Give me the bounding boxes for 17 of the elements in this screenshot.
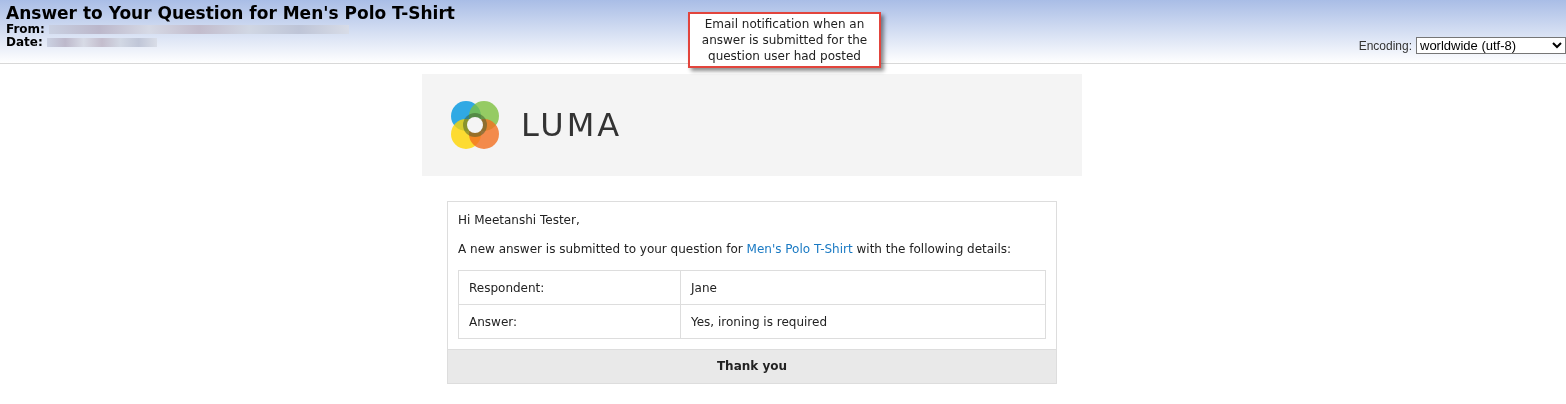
email-subject: Answer to Your Question for Men's Polo T-Shirt bbox=[6, 3, 455, 23]
intro-text: A new answer is submitted to your question for Men's Polo T-Shirt with the following details: bbox=[458, 241, 1013, 257]
encoding-dropdown[interactable]: worldwide (utf-8) bbox=[1416, 37, 1566, 54]
field-label: From: bbox=[6, 23, 45, 36]
logo-wordmark: LUMA bbox=[521, 106, 623, 144]
greeting-text: Hi Meetanshi Tester, bbox=[458, 212, 581, 228]
chevron-down-icon bbox=[1552, 42, 1562, 49]
encoding-label: Encoding: bbox=[1358, 38, 1412, 53]
luma-logo-icon bbox=[449, 99, 501, 151]
table-cell: Respondent: bbox=[458, 270, 681, 305]
footer-text: Thank you bbox=[448, 349, 1056, 383]
table-cell: Yes, ironing is required bbox=[680, 304, 1046, 339]
product-link[interactable]: Men's Polo T-Shirt bbox=[746, 242, 853, 256]
annotation-callout: Email notification when an answer is submitted for the question user had posted bbox=[688, 12, 881, 68]
field-label: Date: bbox=[6, 36, 43, 49]
table-cell: Jane bbox=[680, 270, 1046, 305]
table-cell: Answer: bbox=[458, 304, 681, 339]
